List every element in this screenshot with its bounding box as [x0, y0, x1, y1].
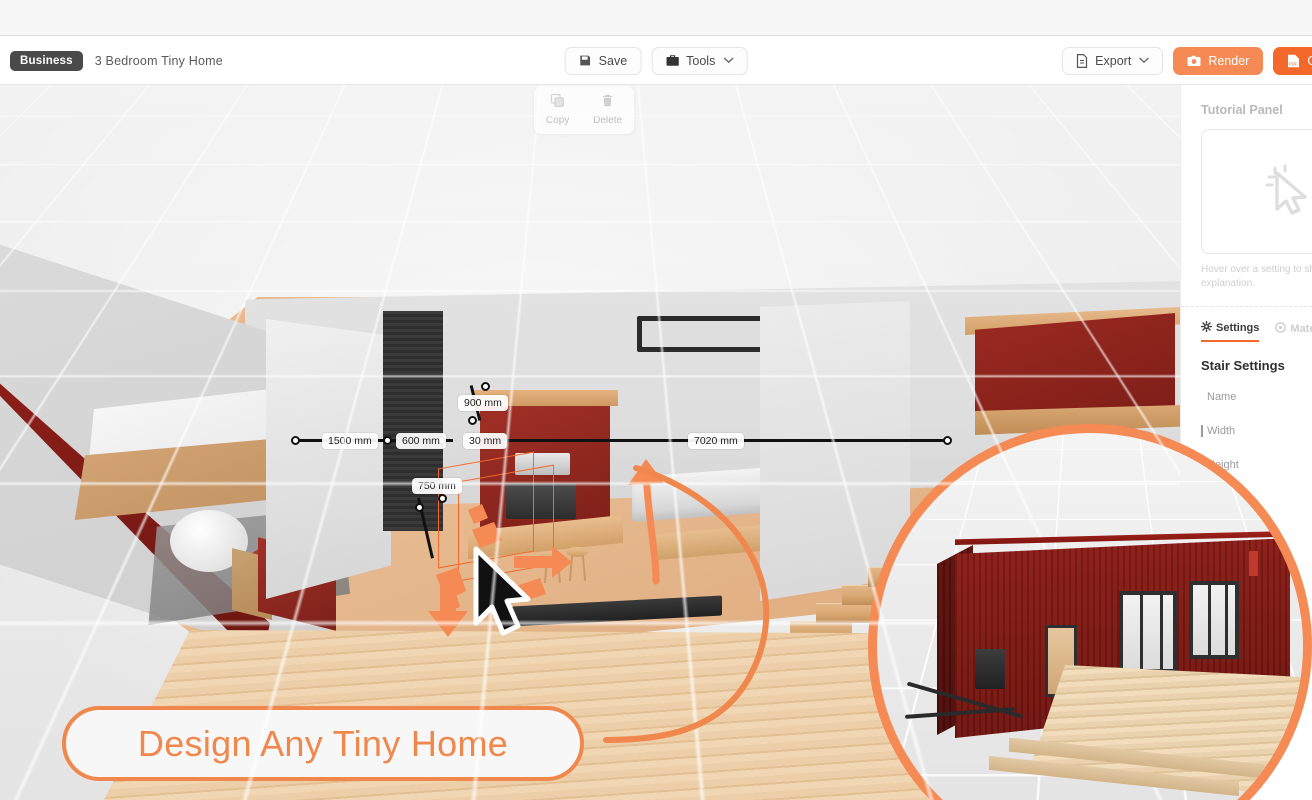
save-icon [579, 54, 592, 67]
dim-label-30: 30 mm [463, 433, 508, 449]
tab-materials[interactable]: Mater [1275, 322, 1312, 341]
copy-label: Copy [545, 115, 570, 126]
toolbar-right-group: Export Render PDF Ge [1062, 37, 1312, 85]
trash-icon [601, 94, 614, 112]
dim-node[interactable] [481, 382, 490, 391]
inset-window-right [1189, 581, 1239, 659]
tools-button[interactable]: Tools [651, 46, 748, 75]
pdf-icon: PDF [1287, 54, 1300, 68]
delete-action[interactable]: Delete [593, 94, 622, 126]
export-label: Export [1095, 54, 1132, 68]
dim-node[interactable] [415, 503, 424, 512]
dim-node[interactable] [468, 416, 477, 425]
render-label: Render [1208, 54, 1250, 68]
callout-curve-arrow [603, 465, 770, 743]
gear-icon [1200, 320, 1213, 335]
mouse-cursor [473, 546, 531, 636]
callout-pill: Design Any Tiny Home [62, 706, 584, 781]
copy-icon [551, 94, 564, 112]
dim-node[interactable] [291, 436, 300, 445]
cursor-illustration-icon [1265, 164, 1307, 215]
chevron-down-icon [1139, 56, 1150, 66]
copy-action[interactable]: Copy [546, 94, 569, 126]
tutorial-hint-text: Hover over a setting to show explanation… [1201, 264, 1312, 289]
chevron-down-icon [723, 56, 734, 66]
settings-section-title: Stair Settings [1201, 358, 1285, 373]
tab-materials-label: Mater [1290, 323, 1312, 335]
camera-icon [1187, 55, 1201, 67]
model-partition-wall [266, 319, 391, 599]
generate-label: Ge [1307, 54, 1312, 68]
dim-label-600: 600 mm [396, 433, 446, 449]
tab-settings-label: Settings [1216, 322, 1260, 334]
dim-label-900: 900 mm [458, 395, 508, 411]
panel-tabs: Settings Mater [1200, 320, 1312, 342]
export-button[interactable]: Export [1062, 47, 1164, 75]
object-actions-toolbar: Copy Delete [534, 86, 634, 134]
callout-text: Design Any Tiny Home [137, 722, 509, 764]
model-dark-slat-wall [383, 311, 443, 531]
tools-label: Tools [686, 53, 716, 68]
dim-node[interactable] [383, 436, 392, 445]
svg-text:PDF: PDF [1289, 62, 1298, 67]
main-toolbar: Business 3 Bedroom Tiny Home Save Tools [0, 37, 1312, 85]
inset-red-accent-stripe [1249, 551, 1258, 576]
inset-window-left [1119, 591, 1177, 673]
toolbar-left-group: Business 3 Bedroom Tiny Home [0, 50, 223, 71]
inset-trailer-box [975, 649, 1005, 689]
document-icon [1076, 54, 1088, 68]
dim-label-1500: 1500 mm [322, 433, 378, 449]
field-label-name: Name [1207, 391, 1237, 403]
exterior-preview-inset [868, 424, 1312, 800]
plan-badge: Business [10, 50, 83, 71]
save-label: Save [598, 53, 628, 68]
project-name[interactable]: 3 Bedroom Tiny Home [95, 54, 223, 68]
tutorial-panel-title: Tutorial Panel [1201, 103, 1283, 117]
field-row-name: Name Stair [1201, 387, 1312, 407]
dim-label-750: 750 mm [412, 478, 462, 494]
render-button[interactable]: Render [1173, 47, 1264, 75]
model-wall-window [637, 316, 771, 352]
generate-pdf-button[interactable]: PDF Ge [1273, 47, 1312, 75]
toolbar-center-group: Save Tools [564, 46, 748, 75]
tutorial-illustration-box [1201, 129, 1312, 254]
delete-label: Delete [593, 115, 623, 126]
toolbox-icon [665, 54, 679, 67]
save-button[interactable]: Save [564, 46, 642, 75]
app-root: Business 3 Bedroom Tiny Home Save Tools [0, 0, 1312, 800]
top-strip [0, 0, 1312, 36]
panel-divider [1181, 306, 1312, 307]
tab-settings[interactable]: Settings [1200, 320, 1260, 342]
palette-icon [1275, 322, 1287, 336]
